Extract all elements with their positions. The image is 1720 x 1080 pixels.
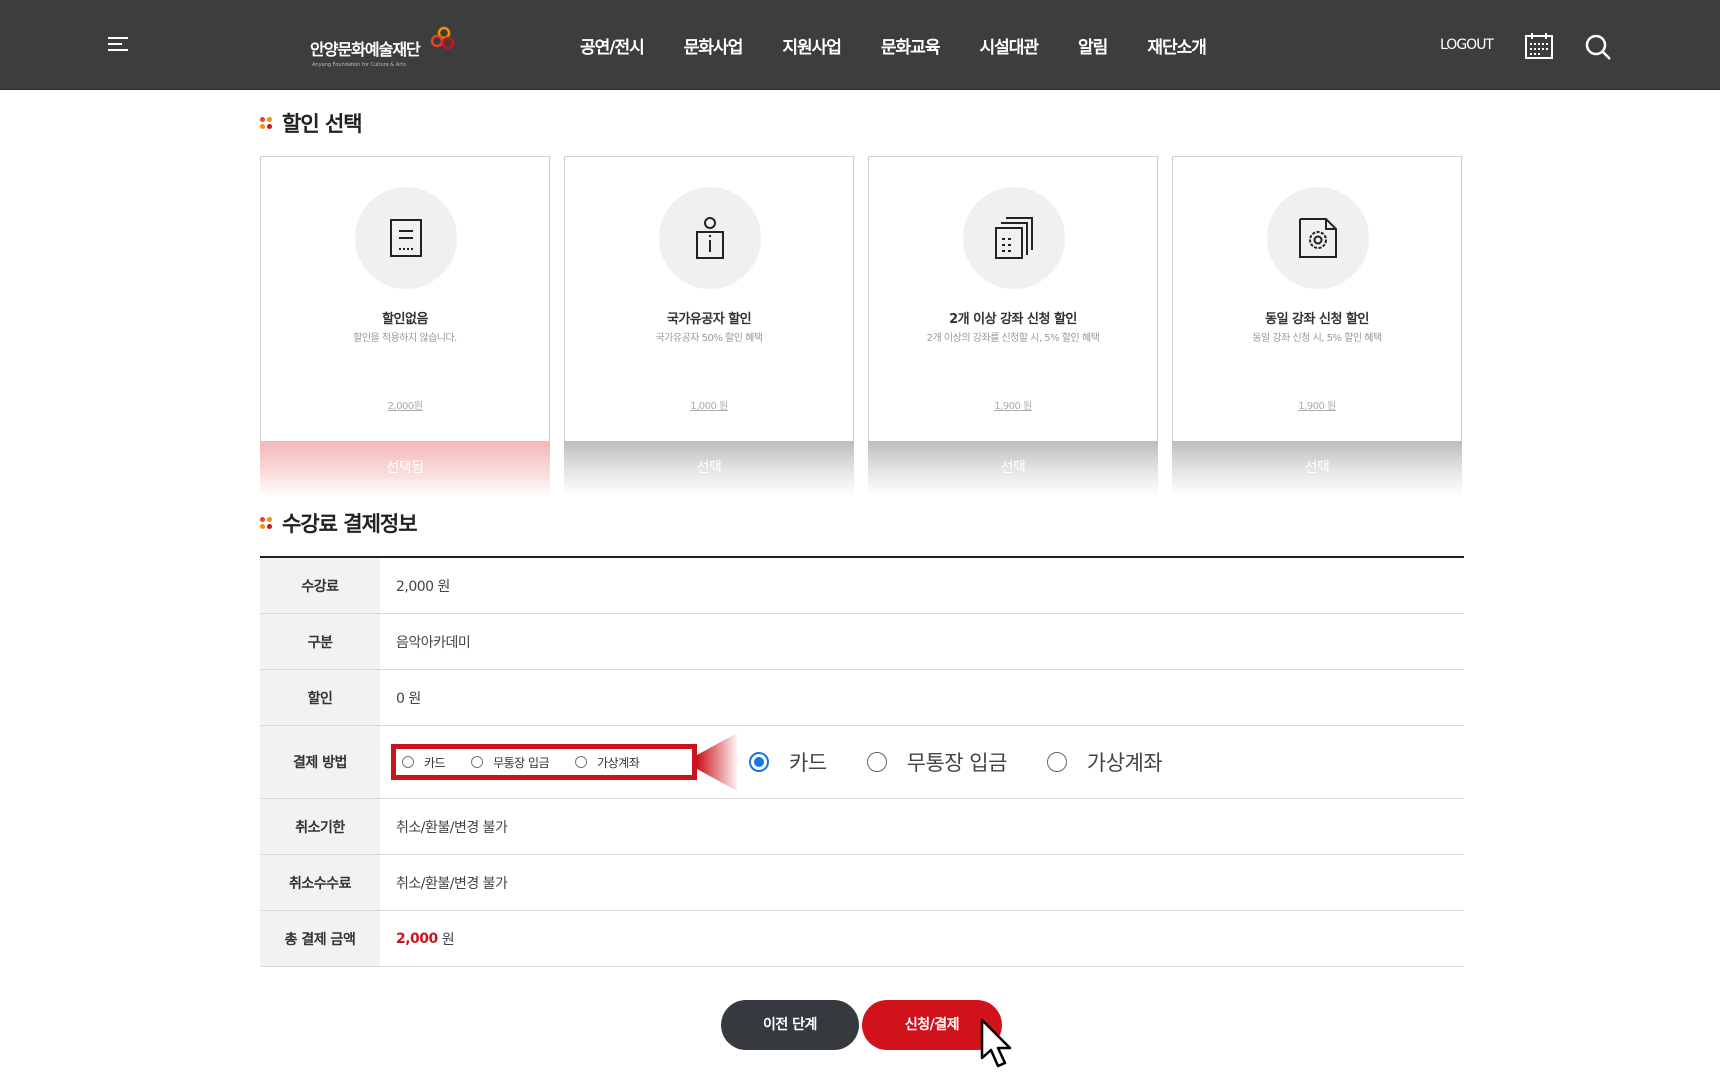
- total-label: 총 결제 금액: [260, 911, 380, 966]
- card-icon-circle: [659, 187, 761, 289]
- person-info-icon: [696, 217, 724, 259]
- category-label: 구분: [260, 614, 380, 669]
- radio-circle-icon: [866, 752, 887, 772]
- radio-circle-icon: [471, 756, 484, 768]
- nav-support-business[interactable]: 지원사업: [782, 33, 842, 58]
- card-price: 1,900 원: [1298, 401, 1336, 412]
- radio-label: 카드: [424, 755, 446, 770]
- category-value: 음악아카데미: [396, 634, 471, 651]
- top-header: 안양문화예술재단 Anyang Foundation for Culture &…: [0, 0, 1720, 90]
- table-row-cancel-deadline: 취소기한 취소/환불/변경 불가: [260, 799, 1464, 855]
- nav-facility-rental[interactable]: 시설대관: [979, 33, 1039, 58]
- total-unit: 원: [441, 931, 455, 948]
- payment-info-table: 수강료 2,000 원 구분 음악아카데미 할인 0 원 결제 방법 카드 무통…: [260, 556, 1464, 967]
- site-logo[interactable]: 안양문화예술재단 Anyang Foundation for Culture &…: [310, 22, 460, 72]
- radio-label: 무통장 입금: [906, 751, 1008, 775]
- payment-section-header: 수강료 결제정보: [260, 508, 418, 538]
- discount-label: 할인: [260, 670, 380, 725]
- logout-link[interactable]: LOGOUT: [1440, 37, 1494, 53]
- card-icon-circle: [963, 187, 1065, 289]
- payment-method-radios-zoomed: 카드 무통장 입금 가상계좌: [749, 747, 1202, 777]
- card-select-button[interactable]: 선택: [1172, 441, 1462, 497]
- menu-icon[interactable]: [108, 37, 132, 55]
- fee-label: 수강료: [260, 558, 380, 613]
- discount-cards: 할인없음 할인을 적용하지 않습니다. 2,000원 선택됨 국가유공자 할인 …: [260, 156, 1462, 497]
- main-nav: 공연/전시 문화사업 지원사업 문화교육 시설대관 알림 재단소개: [580, 33, 1246, 58]
- table-row-discount: 할인 0 원: [260, 670, 1464, 726]
- payment-method-highlight-box: 카드 무통장 입금 가상계좌: [391, 744, 697, 780]
- title-dots-icon: [260, 117, 272, 129]
- logo-mark-icon: [430, 26, 455, 50]
- search-icon[interactable]: [1584, 33, 1612, 61]
- discount-value: 0 원: [396, 690, 421, 707]
- nav-culture-education[interactable]: 문화교육: [881, 33, 941, 58]
- card-icon-circle: [1267, 187, 1369, 289]
- card-title: 할인없음: [382, 312, 428, 327]
- discount-section-header: 할인 선택: [260, 108, 363, 138]
- radio-label: 카드: [789, 751, 827, 775]
- radio-circle-icon: [575, 756, 588, 768]
- radio-label: 가상계좌: [597, 755, 640, 770]
- card-select-button[interactable]: 선택됨: [260, 441, 550, 497]
- card-title: 동일 강좌 신청 할인: [1265, 312, 1369, 327]
- discount-card-multi-course[interactable]: 2개 이상 강좌 신청 할인 2개 이상의 강좌를 신청할 시, 5% 할인 혜…: [868, 156, 1158, 497]
- table-row-payment-method: 결제 방법 카드 무통장 입금 가상계좌 카드 무통장 입금 가상계좌: [260, 726, 1464, 799]
- total-value: 2,000 원: [380, 911, 1464, 966]
- discount-section-title: 할인 선택: [282, 112, 363, 136]
- multi-document-icon: [995, 217, 1033, 259]
- calendar-icon[interactable]: [1525, 33, 1553, 59]
- cancel-deadline-value: 취소/환불/변경 불가: [396, 819, 508, 836]
- document-icon: [390, 219, 422, 257]
- nav-performance[interactable]: 공연/전시: [580, 33, 645, 58]
- radio-bank-transfer[interactable]: 무통장 입금: [866, 747, 1008, 777]
- table-row-cancel-fee: 취소수수료 취소/환불/변경 불가: [260, 855, 1464, 911]
- card-description: 2개 이상의 강좌를 신청할 시, 5% 할인 혜택: [926, 333, 1100, 344]
- radio-card[interactable]: 카드: [749, 747, 827, 777]
- logo-text: 안양문화예술재단: [310, 40, 421, 59]
- table-row-total: 총 결제 금액 2,000 원: [260, 911, 1464, 967]
- radio-virtual-account-small[interactable]: 가상계좌: [575, 754, 640, 771]
- radio-label: 가상계좌: [1086, 751, 1163, 775]
- mouse-pointer-icon: [980, 1018, 1012, 1068]
- card-select-button[interactable]: 선택: [564, 441, 854, 497]
- card-description: 국가유공자 50% 할인 혜택: [655, 333, 763, 344]
- table-row-category: 구분 음악아카데미: [260, 614, 1464, 670]
- fee-value: 2,000 원: [396, 578, 450, 595]
- total-amount: 2,000: [396, 930, 438, 947]
- title-dots-icon: [260, 517, 272, 529]
- payment-method-cell: 카드 무통장 입금 가상계좌 카드 무통장 입금 가상계좌: [380, 726, 1464, 798]
- radio-selected-icon: [749, 752, 769, 772]
- cancel-fee-label: 취소수수료: [260, 855, 380, 910]
- card-title: 국가유공자 할인: [666, 312, 752, 327]
- radio-virtual-account[interactable]: 가상계좌: [1046, 747, 1163, 777]
- discount-card-same-course[interactable]: 동일 강좌 신청 할인 동일 강좌 신청 시, 5% 할인 혜택 1,900 원…: [1172, 156, 1462, 497]
- card-price: 1,900 원: [994, 401, 1032, 412]
- table-row-fee: 수강료 2,000 원: [260, 558, 1464, 614]
- radio-circle-icon: [402, 756, 414, 768]
- discount-card-none[interactable]: 할인없음 할인을 적용하지 않습니다. 2,000원 선택됨: [260, 156, 550, 497]
- nav-about[interactable]: 재단소개: [1147, 33, 1207, 58]
- logo-subtext: Anyang Foundation for Culture & Arts: [312, 62, 406, 68]
- card-price: 2,000원: [387, 401, 423, 412]
- card-description: 할인을 적용하지 않습니다.: [353, 333, 457, 344]
- gear-document-icon: [1299, 218, 1337, 258]
- radio-circle-icon: [1046, 752, 1067, 772]
- card-icon-circle: [355, 187, 457, 289]
- cancel-fee-value: 취소/환불/변경 불가: [396, 875, 508, 892]
- radio-label: 무통장 입금: [493, 755, 550, 770]
- nav-culture-business[interactable]: 문화사업: [684, 33, 744, 58]
- card-title: 2개 이상 강좌 신청 할인: [949, 312, 1077, 327]
- nav-notice[interactable]: 알림: [1078, 33, 1108, 58]
- radio-bank-transfer-small[interactable]: 무통장 입금: [471, 754, 550, 771]
- discount-card-veteran[interactable]: 국가유공자 할인 국가유공자 50% 할인 혜택 1,000 원 선택: [564, 156, 854, 497]
- payment-method-label: 결제 방법: [260, 726, 380, 798]
- cancel-deadline-label: 취소기한: [260, 799, 380, 854]
- card-price: 1,000 원: [690, 401, 728, 412]
- zoom-callout-pointer: [697, 733, 737, 791]
- previous-step-button[interactable]: 이전 단계: [721, 1000, 859, 1050]
- card-description: 동일 강좌 신청 시, 5% 할인 혜택: [1252, 333, 1382, 344]
- card-select-button[interactable]: 선택: [868, 441, 1158, 497]
- payment-section-title: 수강료 결제정보: [282, 512, 418, 536]
- radio-card-small[interactable]: 카드: [402, 754, 446, 771]
